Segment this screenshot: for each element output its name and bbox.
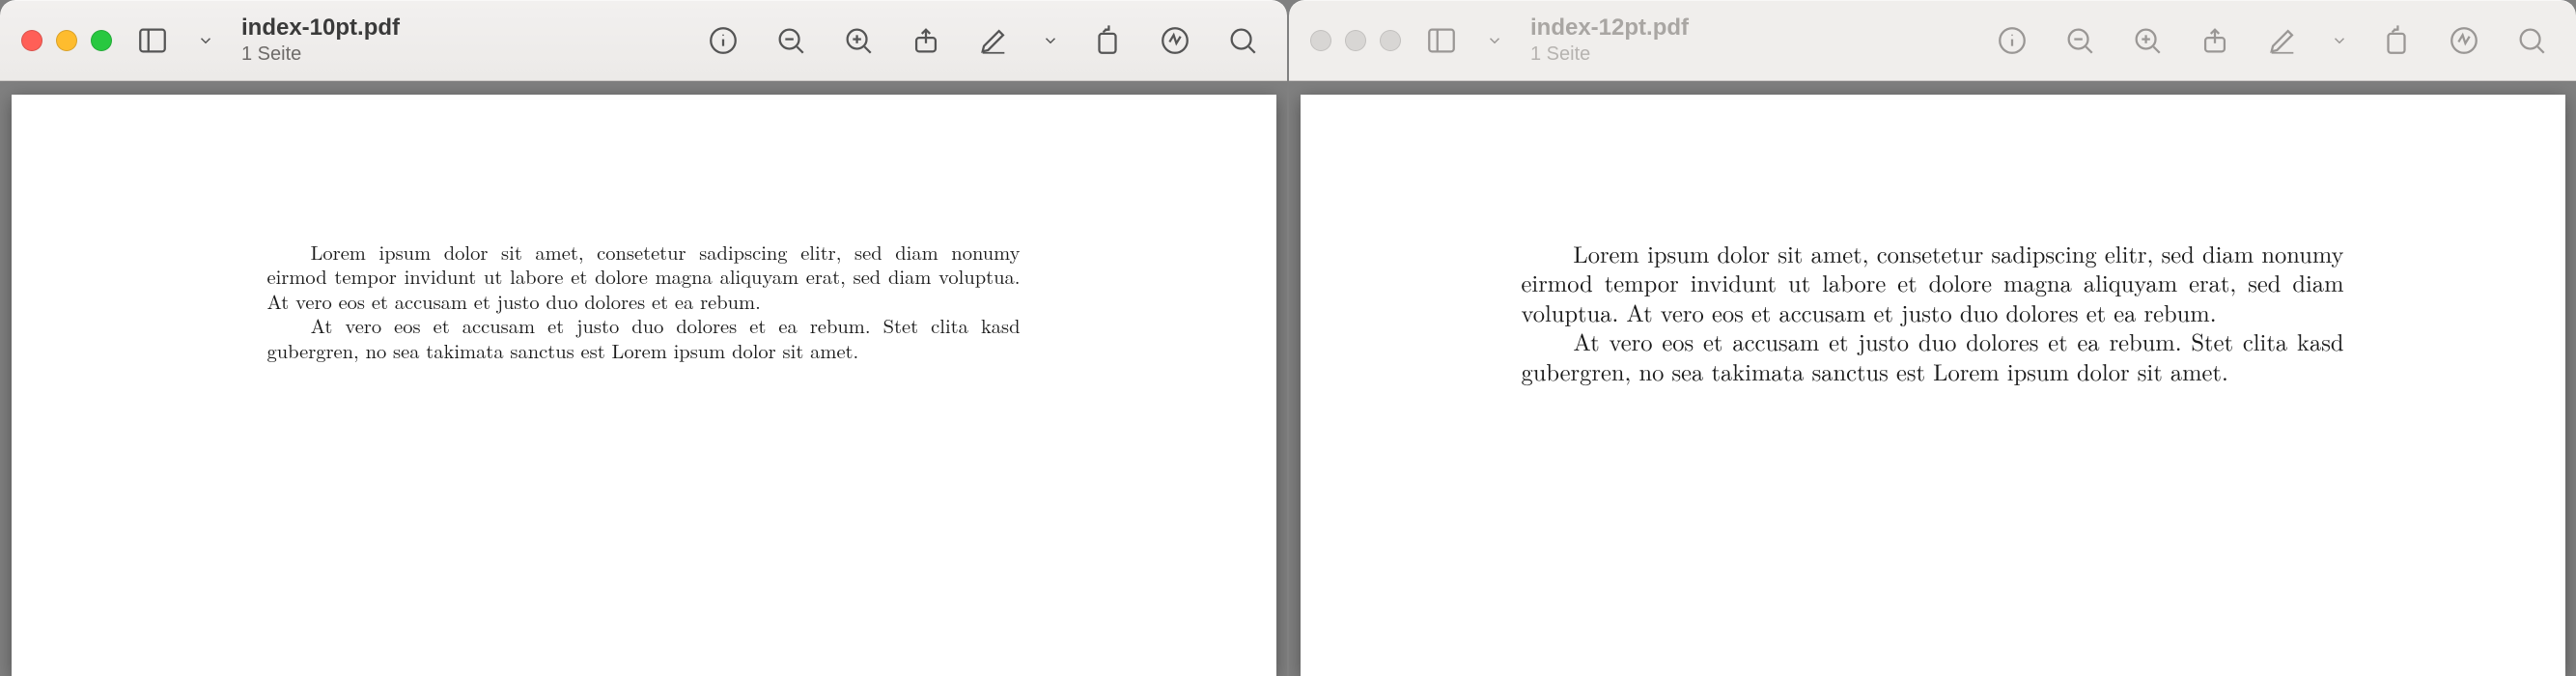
preview-window-right: index-12pt.pdf 1 Seite (1289, 0, 2576, 676)
highlight-button[interactable] (1152, 17, 1198, 64)
markup-menu-chevron[interactable] (2327, 17, 2352, 64)
pdf-page: Lorem ipsum dolor sit amet, consetetur s… (1301, 95, 2565, 676)
paragraph-2: At vero eos et accusam et justo duo dolo… (267, 313, 1021, 362)
sidebar-menu-chevron[interactable] (193, 17, 218, 64)
toolbar-actions (700, 17, 1266, 64)
sidebar-toggle-button[interactable] (129, 17, 176, 64)
page-count-label: 1 Seite (241, 43, 434, 66)
toolbar: index-12pt.pdf 1 Seite (1289, 0, 2576, 81)
zoom-out-button[interactable] (768, 17, 814, 64)
document-viewport[interactable]: Lorem ipsum dolor sit amet, consetetur s… (1289, 81, 2576, 676)
paragraph-1: Lorem ipsum dolor sit amet, consetetur s… (267, 239, 1021, 313)
rotate-button[interactable] (2373, 17, 2420, 64)
close-button[interactable] (1310, 30, 1331, 51)
markup-button[interactable] (970, 17, 1017, 64)
paragraph-1: Lorem ipsum dolor sit amet, consetetur s… (1522, 239, 2344, 327)
highlight-button[interactable] (2441, 17, 2487, 64)
paragraph-2: At vero eos et accusam et justo duo dolo… (1522, 327, 2344, 386)
share-button[interactable] (903, 17, 949, 64)
minimize-button[interactable] (56, 30, 77, 51)
text-content: Lorem ipsum dolor sit amet, consetetur s… (1522, 239, 2344, 676)
zoom-in-button[interactable] (835, 17, 882, 64)
markup-button[interactable] (2259, 17, 2306, 64)
page-count-label: 1 Seite (1530, 43, 1723, 66)
document-title: index-10pt.pdf (241, 14, 434, 42)
sidebar-menu-chevron[interactable] (1482, 17, 1507, 64)
toolbar: index-10pt.pdf 1 Seite (0, 0, 1287, 81)
sidebar-toggle-button[interactable] (1418, 17, 1465, 64)
title-block: index-12pt.pdf 1 Seite (1530, 14, 1723, 66)
preview-window-left: index-10pt.pdf 1 Seite (0, 0, 1287, 676)
minimize-button[interactable] (1345, 30, 1366, 51)
info-button[interactable] (1989, 17, 2035, 64)
search-button[interactable] (1219, 17, 1266, 64)
pdf-page: Lorem ipsum dolor sit amet, consetetur s… (12, 95, 1276, 676)
document-title: index-12pt.pdf (1530, 14, 1723, 42)
fullscreen-button[interactable] (1380, 30, 1401, 51)
window-controls (1310, 30, 1401, 51)
window-controls (21, 30, 112, 51)
share-button[interactable] (2192, 17, 2238, 64)
zoom-out-button[interactable] (2057, 17, 2103, 64)
close-button[interactable] (21, 30, 42, 51)
search-button[interactable] (2508, 17, 2555, 64)
zoom-in-button[interactable] (2124, 17, 2170, 64)
toolbar-actions (1989, 17, 2555, 64)
rotate-button[interactable] (1084, 17, 1131, 64)
fullscreen-button[interactable] (91, 30, 112, 51)
title-block: index-10pt.pdf 1 Seite (241, 14, 434, 66)
document-viewport[interactable]: Lorem ipsum dolor sit amet, consetetur s… (0, 81, 1287, 676)
info-button[interactable] (700, 17, 746, 64)
markup-menu-chevron[interactable] (1038, 17, 1063, 64)
text-content: Lorem ipsum dolor sit amet, consetetur s… (267, 239, 1021, 676)
